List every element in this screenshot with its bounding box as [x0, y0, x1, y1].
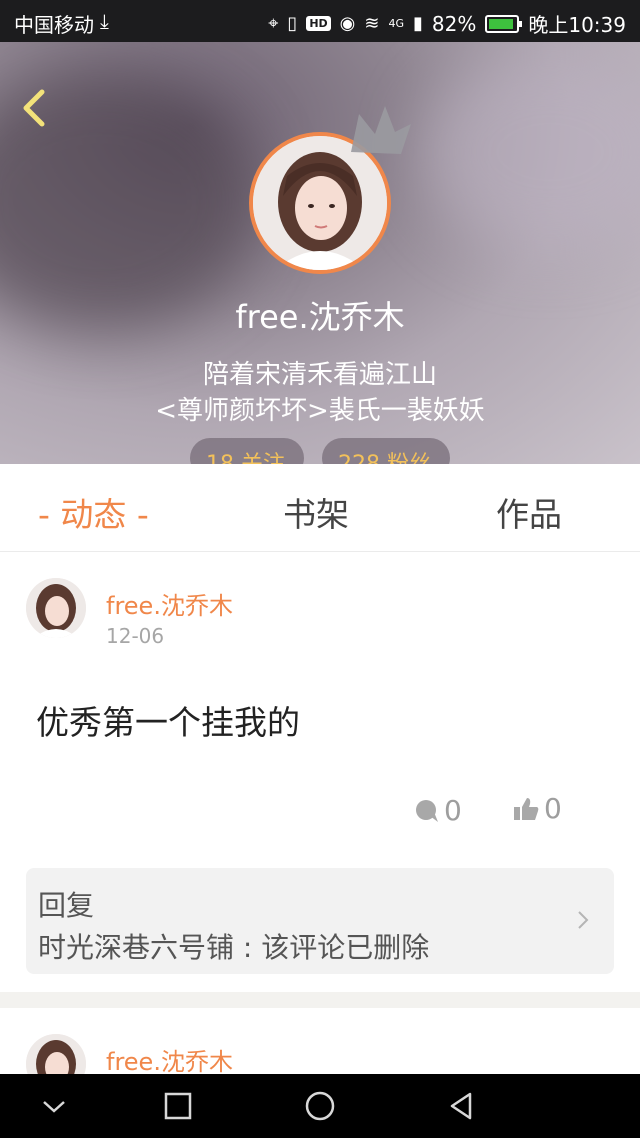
chevron-down-icon [43, 1101, 65, 1113]
chevron-left-icon [23, 89, 45, 127]
reply-preview[interactable]: 回复 时光深巷六号铺 : 该评论已删除 [26, 868, 614, 974]
network-type: 4G [388, 17, 404, 30]
comment-icon [416, 799, 438, 822]
like-button[interactable]: 0 [512, 792, 562, 825]
profile-bio-line2: <尊师颜坏坏>裴氏一裴妖妖 [155, 396, 485, 426]
status-icons: ⌖ ▯ HD ◉ ≋ 4G ▮ 82% 晚上10:39 [268, 9, 626, 38]
profile-avatar[interactable] [249, 106, 411, 274]
profile-bio-line1: 陪着宋清禾看遍江山 [202, 360, 437, 390]
square-icon [164, 1092, 192, 1120]
reply-text: 时光深巷六号铺 : 该评论已删除 [38, 931, 430, 964]
download-icon: ⤓ [100, 9, 109, 33]
signal-icon: ▮ [413, 13, 423, 34]
profile-username: free.沈乔木 [235, 298, 405, 336]
wifi-icon: ≋ [364, 13, 380, 34]
like-count: 0 [544, 792, 562, 825]
crown-icon [351, 106, 411, 154]
status-bar: 中国移动 ⤓ ⌖ ▯ HD ◉ ≋ 4G ▮ 82% 晚上10:39 [0, 0, 640, 42]
profile-header: free.沈乔木 陪着宋清禾看遍江山 <尊师颜坏坏>裴氏一裴妖妖 18 关注 2… [0, 42, 640, 464]
post-author[interactable]: free.沈乔木 [106, 1042, 233, 1074]
nav-home-button[interactable] [304, 1090, 336, 1122]
thumbs-up-icon [514, 797, 539, 820]
post-content: 优秀第一个挂我的 [36, 703, 300, 742]
battery-percent: 82% [431, 11, 477, 36]
battery-icon [485, 14, 523, 33]
post-author[interactable]: free.沈乔木 [106, 586, 233, 621]
avatar[interactable] [26, 1034, 86, 1074]
location-icon: ⌖ [268, 13, 279, 34]
back-button[interactable] [16, 86, 56, 130]
carrier-name: 中国移动 [14, 13, 94, 37]
tab-bar: - 动态 - 书架 作品 [0, 464, 640, 552]
navigation-bar [0, 1074, 640, 1138]
circle-icon [305, 1091, 335, 1121]
feed-post: free.沈乔木 [0, 1008, 640, 1074]
reply-label: 回复 [38, 889, 95, 922]
following-count[interactable]: 18 关注 [190, 438, 304, 464]
feed-post: free.沈乔木 12-06 优秀第一个挂我的 0 0 回复 时光深巷六号铺 :… [0, 552, 640, 992]
nav-back-button[interactable] [446, 1090, 478, 1122]
post-date: 12-06 [106, 624, 165, 648]
eye-icon: ◉ [339, 13, 356, 34]
tab-works[interactable]: 作品 [496, 488, 562, 536]
tab-bookshelf[interactable]: 书架 [283, 488, 349, 536]
comment-button[interactable]: 0 [414, 794, 462, 827]
header-background-highlight [420, 52, 640, 252]
nav-hide-button[interactable] [38, 1090, 70, 1122]
hd-icon: HD [306, 16, 331, 31]
tab-dynamic[interactable]: - 动态 - [38, 488, 149, 536]
post-separator [0, 992, 640, 1008]
chevron-right-icon [578, 911, 589, 929]
triangle-back-icon [450, 1092, 472, 1120]
nav-recent-button[interactable] [162, 1090, 194, 1122]
fans-count[interactable]: 228 粉丝 [322, 438, 450, 464]
comment-count: 0 [444, 794, 462, 827]
clock: 晚上10:39 [528, 13, 626, 37]
avatar[interactable] [26, 578, 86, 638]
vibrate-icon: ▯ [287, 13, 298, 34]
